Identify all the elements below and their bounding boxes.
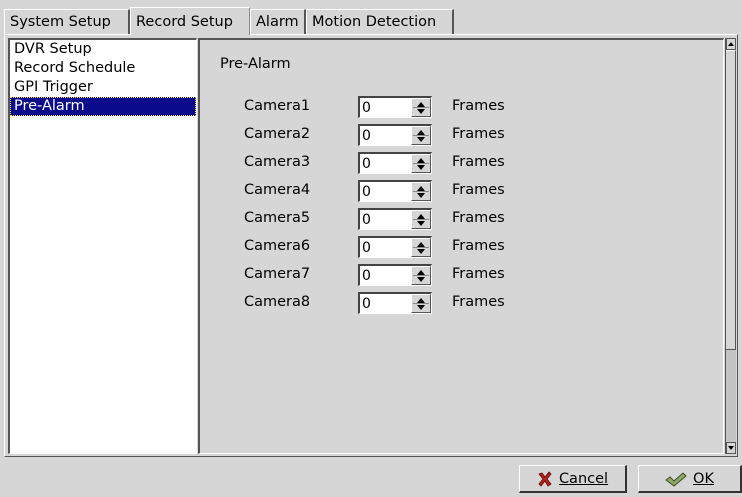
tab-content-frame: DVR Setup Record Schedule GPI Trigger Pr… <box>4 34 738 457</box>
camera2-frames-spinbox[interactable] <box>358 124 432 146</box>
frames-unit-label: Frames <box>452 266 505 282</box>
camera1-frames-spinbox[interactable] <box>358 96 432 118</box>
tab-record-setup[interactable]: Record Setup <box>130 7 250 35</box>
camera1-frames-input[interactable] <box>362 99 408 116</box>
spin-arrows[interactable] <box>411 98 431 117</box>
spin-down-icon[interactable] <box>417 277 425 282</box>
dvr-setup-window: System Setup Record Setup Alarm Motion D… <box>0 0 742 497</box>
camera-label: Camera6 <box>244 238 311 254</box>
camera-label: Camera7 <box>244 266 311 282</box>
frames-unit-label: Frames <box>452 294 505 310</box>
camera-row: Camera3 Frames <box>244 152 544 174</box>
frames-unit-label: Frames <box>452 154 505 170</box>
list-item-record-schedule[interactable]: Record Schedule <box>10 59 196 78</box>
camera-label: Camera5 <box>244 210 311 226</box>
camera3-frames-input[interactable] <box>362 155 408 172</box>
settings-category-list[interactable]: DVR Setup Record Schedule GPI Trigger Pr… <box>8 38 197 454</box>
camera-row: Camera2 Frames <box>244 124 544 146</box>
frames-unit-label: Frames <box>452 182 505 198</box>
list-item-dvr-setup[interactable]: DVR Setup <box>10 40 196 59</box>
camera-label: Camera1 <box>244 98 311 114</box>
x-icon <box>538 470 552 487</box>
camera-row: Camera8 Frames <box>244 292 544 314</box>
ok-label: OK <box>693 470 714 487</box>
frames-unit-label: Frames <box>452 126 505 142</box>
list-item-gpi-trigger[interactable]: GPI Trigger <box>10 78 196 97</box>
checkmark-icon <box>665 471 687 487</box>
camera-label: Camera4 <box>244 182 311 198</box>
scroll-up-icon <box>728 42 734 46</box>
camera-label: Camera3 <box>244 154 311 170</box>
section-title: Pre-Alarm <box>220 56 291 72</box>
camera5-frames-input[interactable] <box>362 211 408 228</box>
camera7-frames-spinbox[interactable] <box>358 264 432 286</box>
frames-unit-label: Frames <box>452 210 505 226</box>
camera-row: Camera4 Frames <box>244 180 544 202</box>
camera2-frames-input[interactable] <box>362 127 408 144</box>
camera4-frames-input[interactable] <box>362 183 408 200</box>
cancel-button[interactable]: Cancel <box>519 465 627 493</box>
tab-alarm[interactable]: Alarm <box>250 9 306 34</box>
camera8-frames-input[interactable] <box>362 295 408 312</box>
scroll-up-button[interactable] <box>726 38 736 50</box>
vertical-scrollbar[interactable] <box>725 38 736 454</box>
cancel-label: Cancel <box>558 470 609 487</box>
spin-down-icon[interactable] <box>417 109 425 114</box>
camera6-frames-spinbox[interactable] <box>358 236 432 258</box>
camera-label: Camera8 <box>244 294 311 310</box>
list-item-pre-alarm[interactable]: Pre-Alarm <box>10 97 196 116</box>
camera-row: Camera6 Frames <box>244 236 544 258</box>
tab-system-setup[interactable]: System Setup <box>4 9 130 34</box>
scroll-down-icon <box>728 446 734 450</box>
spin-down-icon[interactable] <box>417 221 425 226</box>
spin-arrows[interactable] <box>411 154 431 173</box>
tab-bar: System Setup Record Setup Alarm Motion D… <box>0 0 742 35</box>
scroll-down-button[interactable] <box>726 442 736 454</box>
spin-down-icon[interactable] <box>417 193 425 198</box>
camera4-frames-spinbox[interactable] <box>358 180 432 202</box>
spin-arrows[interactable] <box>411 126 431 145</box>
camera8-frames-spinbox[interactable] <box>358 292 432 314</box>
camera-row: Camera7 Frames <box>244 264 544 286</box>
ok-button[interactable]: OK <box>638 465 742 493</box>
spin-down-icon[interactable] <box>417 305 425 310</box>
camera3-frames-spinbox[interactable] <box>358 152 432 174</box>
camera-row: Camera1 Frames <box>244 96 544 118</box>
pre-alarm-panel: Pre-Alarm Camera1 Frames Camera2 Frames … <box>198 38 724 454</box>
tab-motion-detection[interactable]: Motion Detection <box>306 9 454 34</box>
scrollbar-thumb[interactable] <box>726 50 736 350</box>
spin-down-icon[interactable] <box>417 137 425 142</box>
spin-down-icon[interactable] <box>417 249 425 254</box>
spin-arrows[interactable] <box>411 266 431 285</box>
camera6-frames-input[interactable] <box>362 239 408 256</box>
spin-down-icon[interactable] <box>417 165 425 170</box>
spin-arrows[interactable] <box>411 238 431 257</box>
spin-arrows[interactable] <box>411 294 431 313</box>
spin-arrows[interactable] <box>411 210 431 229</box>
frames-unit-label: Frames <box>452 98 505 114</box>
camera5-frames-spinbox[interactable] <box>358 208 432 230</box>
spin-arrows[interactable] <box>411 182 431 201</box>
camera-label: Camera2 <box>244 126 311 142</box>
camera-row: Camera5 Frames <box>244 208 544 230</box>
camera7-frames-input[interactable] <box>362 267 408 284</box>
frames-unit-label: Frames <box>452 238 505 254</box>
